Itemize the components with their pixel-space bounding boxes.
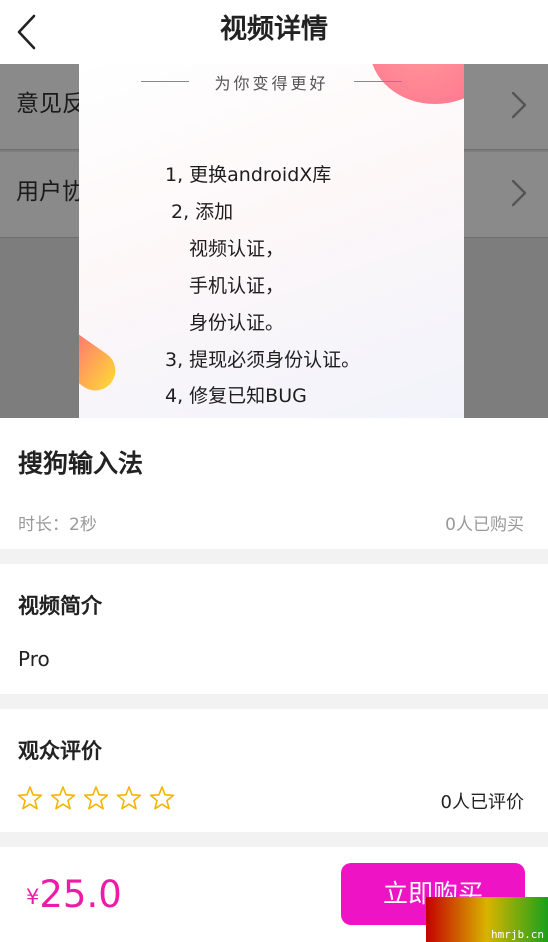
section-divider — [0, 832, 548, 847]
video-duration: 时长：2秒 — [18, 515, 97, 535]
update-note-line: 2, 添加 — [171, 201, 234, 223]
purchase-count: 0人已购买 — [445, 515, 524, 535]
price: ¥25.0 — [26, 873, 122, 916]
star-outline-icon[interactable] — [149, 785, 175, 811]
banner-text: 为你变得更好 — [139, 70, 404, 94]
audience-reviews: 观众评价 0人已评价 — [0, 709, 548, 832]
update-note-line: 手机认证， — [189, 275, 285, 297]
section-heading: 观众评价 — [18, 739, 102, 763]
section-heading: 视频简介 — [18, 594, 102, 618]
section-divider — [0, 549, 548, 564]
site-watermark-logo: hmrjb.cn — [426, 897, 548, 942]
section-divider — [0, 694, 548, 709]
currency-symbol: ¥ — [26, 885, 40, 909]
decorative-blob — [79, 319, 124, 399]
star-outline-icon[interactable] — [83, 785, 109, 811]
update-note-line: 视频认证， — [189, 238, 285, 260]
update-notes-screen: 为你变得更好 1, 更换androidX库 2, 添加 视频认证， 手机认证， … — [79, 64, 464, 418]
video-preview[interactable]: 意见反 用户协 为你变得更好 1, 更换androidX库 2, 添加 视频认证… — [0, 64, 548, 418]
watermark-text: hmrjb.cn — [491, 928, 544, 941]
star-outline-icon[interactable] — [17, 785, 43, 811]
background-row-label: 用户协 — [16, 179, 85, 205]
update-note-line: 3, 提现必须身份认证。 — [165, 349, 361, 371]
star-rating[interactable] — [17, 785, 175, 811]
top-bar: 视频详情 — [0, 0, 548, 64]
star-outline-icon[interactable] — [116, 785, 142, 811]
star-outline-icon[interactable] — [50, 785, 76, 811]
video-title: 搜狗输入法 — [18, 449, 144, 478]
intro-text: Pro — [18, 647, 50, 671]
update-note-line: 1, 更换androidX库 — [165, 164, 332, 186]
price-amount: 25.0 — [39, 873, 122, 916]
page-title: 视频详情 — [220, 14, 328, 45]
update-note-line: 身份认证。 — [189, 312, 285, 334]
review-count: 0人已评价 — [440, 792, 524, 813]
video-info: 搜狗输入法 时长：2秒 0人已购买 — [0, 418, 548, 549]
background-row-label: 意见反 — [16, 91, 85, 117]
video-intro: 视频简介 Pro — [0, 564, 548, 694]
chevron-right-icon — [511, 91, 527, 119]
update-note-line: 4, 修复已知BUG — [165, 385, 307, 407]
chevron-right-icon — [511, 179, 527, 207]
